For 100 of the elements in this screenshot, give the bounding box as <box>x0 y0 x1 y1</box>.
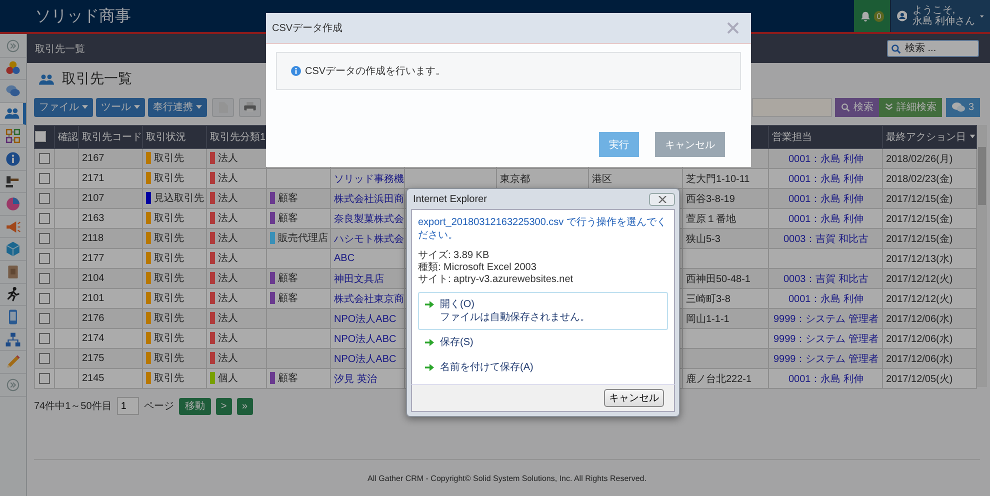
close-icon <box>727 22 739 34</box>
download-option[interactable]: 開く(O) ファイルは自動保存されません。 <box>418 292 668 330</box>
expand-icon <box>5 38 21 54</box>
tag-label: 顧客 <box>278 292 298 304</box>
search-button[interactable]: 検索 <box>835 98 880 116</box>
search-field[interactable]: 検索 ... <box>887 40 979 57</box>
tag-label: 取引先 <box>154 232 184 244</box>
row-checkbox[interactable] <box>39 332 50 344</box>
tag-label: 取引先 <box>154 312 184 324</box>
next-page-button[interactable]: > <box>216 398 232 414</box>
table-cell: 2017/12/06(水) <box>882 348 976 368</box>
pie-chart-icon <box>5 196 21 212</box>
tag-label: 取引先 <box>154 372 184 384</box>
option-label: 名前を付けて保存(A) <box>440 361 534 374</box>
sidebar-item[interactable] <box>0 102 26 126</box>
people-icon <box>4 106 20 122</box>
row-checkbox[interactable] <box>39 212 50 224</box>
table-cell: 2107 <box>78 188 142 208</box>
table-cell: 2017/12/15(金) <box>882 188 976 208</box>
tag-label: 法人 <box>218 232 238 244</box>
file-detail: 種類: Microsoft Excel 2003 <box>418 262 538 274</box>
sort-header[interactable]: 最終アクション日 <box>882 126 976 148</box>
org-chart-icon <box>5 332 21 348</box>
table-cell: 2104 <box>78 268 142 288</box>
user-name: 永島 利伸さん <box>912 16 976 27</box>
row-checkbox[interactable] <box>39 272 50 284</box>
arrow-right-icon <box>425 363 434 372</box>
column-header: 取引状況 <box>142 126 206 148</box>
row-checkbox[interactable] <box>39 152 50 164</box>
search-field[interactable] <box>752 98 832 116</box>
go-button[interactable]: 移動 <box>178 398 211 414</box>
tag-label: 法人 <box>218 312 238 324</box>
row-checkbox[interactable] <box>39 312 50 324</box>
select-all-checkbox[interactable] <box>35 131 46 142</box>
menu-button[interactable]: ファイル <box>34 98 93 116</box>
table-cell: 2176 <box>78 308 142 328</box>
tag-label: 取引先 <box>154 252 184 264</box>
caret-icon <box>134 105 140 109</box>
scrollbar[interactable] <box>977 125 987 387</box>
gavel-icon <box>5 173 21 190</box>
row-checkbox[interactable] <box>39 192 50 204</box>
tag-label: 取引先 <box>154 332 184 344</box>
page-title: 取引先一覧 <box>62 70 132 88</box>
nodes-icon <box>5 128 21 144</box>
welcome-text: ようこそ, <box>912 5 956 16</box>
tag-label: 取引先 <box>154 152 184 164</box>
option-label: 保存(S) <box>440 336 474 349</box>
megaphone-icon <box>5 218 21 235</box>
column-header: 営業担当 <box>768 126 882 148</box>
table-cell: 西神田50-48-1 <box>682 268 768 288</box>
chat-icon <box>5 82 21 99</box>
table-cell: 2018/02/26(月) <box>882 148 976 168</box>
print-button[interactable] <box>239 98 261 116</box>
tag-label: 法人 <box>218 252 238 264</box>
column-header: 取引先分類1 <box>206 126 266 148</box>
cancel-button[interactable]: キャンセル <box>604 389 664 407</box>
tag-label: 取引先 <box>154 292 184 304</box>
menu-button[interactable]: 奉行連携 <box>148 98 207 116</box>
row-checkbox[interactable] <box>39 352 50 364</box>
info-icon <box>291 66 301 76</box>
option-note: ファイルは自動保存されません。 <box>440 311 590 324</box>
chevron-down-icon <box>885 103 894 111</box>
row-checkbox[interactable] <box>39 232 50 244</box>
tag-label: 法人 <box>218 152 238 164</box>
tag-label: 顧客 <box>278 212 298 224</box>
tag-label: 顧客 <box>278 192 298 204</box>
expand-icon <box>5 376 21 393</box>
table-cell: 2175 <box>78 348 142 368</box>
dialog-prompt: export_20180312163225300.csv で行う操作を選んでください。 <box>418 216 668 242</box>
notebook-icon <box>5 264 21 280</box>
notification-badge: 0 <box>874 10 884 22</box>
close-icon <box>658 196 666 202</box>
page-field[interactable]: 1 <box>116 397 139 415</box>
table-cell: 西谷3-8-19 <box>682 188 768 208</box>
tag-label: 取引先 <box>154 212 184 224</box>
tag-label: 法人 <box>218 332 238 344</box>
table-cell: 2017/12/15(金) <box>882 228 976 248</box>
row-checkbox[interactable] <box>39 292 50 304</box>
tag-label: 個人 <box>218 372 238 384</box>
close-button[interactable] <box>649 192 675 206</box>
file-detail: サイト: aptry-v3.azurewebsites.net <box>418 274 574 286</box>
cube-icon <box>5 241 21 258</box>
caret-icon <box>82 105 88 109</box>
tag-label: 法人 <box>218 212 238 224</box>
info-icon <box>5 150 21 167</box>
row-checkbox[interactable] <box>39 172 50 184</box>
table-cell: 岡山1-1-1 <box>682 308 768 328</box>
option-label: 開く(O) <box>440 298 476 311</box>
table-cell: 鹿ノ台北222-1 <box>682 368 768 388</box>
tag-label: 取引先 <box>154 172 184 184</box>
column-header: 確認 <box>54 126 78 148</box>
row-checkbox[interactable] <box>39 252 50 264</box>
company-link[interactable]: ABC <box>334 253 355 264</box>
search-icon <box>841 102 850 112</box>
user-menu[interactable]: ようこそ, 永島 利伸さん <box>890 0 990 32</box>
tag-label: 法人 <box>218 272 238 284</box>
row-checkbox[interactable] <box>39 372 50 384</box>
last-page-button[interactable]: » <box>236 398 253 414</box>
circles-icon <box>5 60 21 76</box>
menu-button[interactable]: ツール <box>96 98 145 116</box>
